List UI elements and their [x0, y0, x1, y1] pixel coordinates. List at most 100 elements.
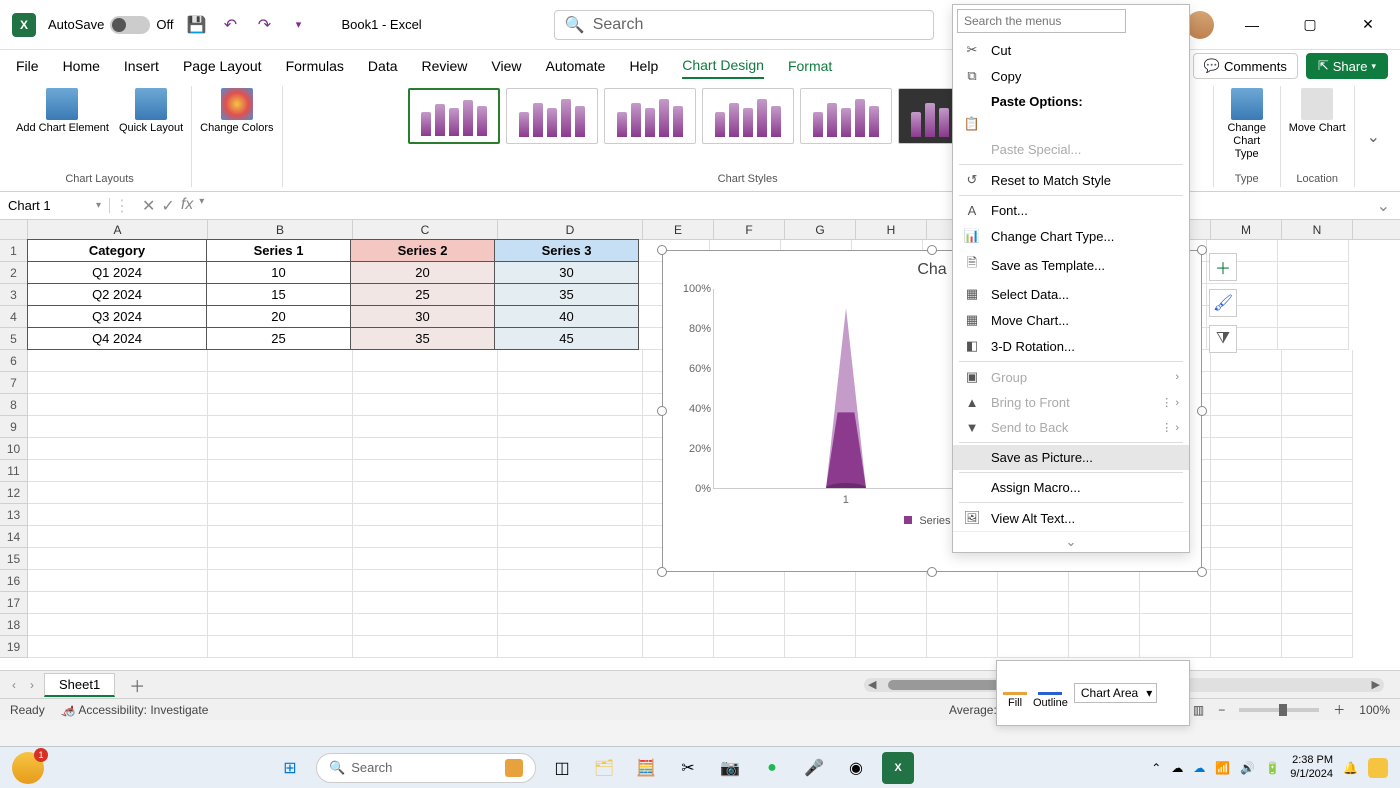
tray-chevron-icon[interactable]: ⌃	[1151, 761, 1161, 775]
cell[interactable]: 30	[494, 261, 639, 284]
cell[interactable]	[353, 592, 498, 614]
start-widget[interactable]: 1	[12, 752, 44, 784]
cell[interactable]	[353, 614, 498, 636]
cell[interactable]	[714, 614, 785, 636]
undo-icon[interactable]: ↶	[219, 14, 241, 36]
autosave-toggle[interactable]: AutoSave Off	[48, 16, 173, 34]
cell[interactable]	[1069, 592, 1140, 614]
cell[interactable]: 45	[494, 327, 639, 350]
maximize-button[interactable]: ▢	[1290, 16, 1330, 33]
cell[interactable]	[28, 482, 208, 504]
cell[interactable]	[1211, 504, 1282, 526]
cell[interactable]	[498, 482, 643, 504]
cell[interactable]	[1140, 570, 1211, 592]
cell[interactable]	[1282, 592, 1353, 614]
user-avatar[interactable]	[1186, 11, 1214, 39]
cell[interactable]	[28, 438, 208, 460]
row-header[interactable]: 18	[0, 614, 28, 636]
tab-formulas[interactable]: Formulas	[286, 54, 344, 78]
cell[interactable]	[1211, 438, 1282, 460]
snip-icon[interactable]: ✂	[672, 752, 704, 784]
qat-dropdown-icon[interactable]: ▾	[287, 14, 309, 36]
cell[interactable]	[28, 350, 208, 372]
cell[interactable]: 25	[206, 327, 351, 350]
cell[interactable]	[353, 438, 498, 460]
ctx-font[interactable]: AFont...	[953, 198, 1189, 223]
ctx-expand-button[interactable]: ⌄	[953, 531, 1189, 552]
cell[interactable]	[856, 592, 927, 614]
cell[interactable]	[643, 592, 714, 614]
tab-page-layout[interactable]: Page Layout	[183, 54, 262, 78]
cell[interactable]: 20	[350, 261, 495, 284]
scroll-left-icon[interactable]: ◀	[864, 678, 880, 691]
tab-insert[interactable]: Insert	[124, 54, 159, 78]
cell[interactable]	[643, 636, 714, 658]
cell[interactable]	[498, 460, 643, 482]
cell[interactable]	[208, 416, 353, 438]
save-icon[interactable]: 💾	[185, 14, 207, 36]
tab-data[interactable]: Data	[368, 54, 398, 78]
cell[interactable]	[927, 592, 998, 614]
row-header[interactable]: 8	[0, 394, 28, 416]
cell[interactable]	[1211, 636, 1282, 658]
cell[interactable]	[998, 636, 1069, 658]
tab-home[interactable]: Home	[63, 54, 100, 78]
onedrive-icon[interactable]: ☁	[1193, 761, 1205, 775]
cell[interactable]	[208, 614, 353, 636]
cell[interactable]	[643, 614, 714, 636]
camera-icon[interactable]: 📷	[714, 752, 746, 784]
cell[interactable]	[1282, 416, 1353, 438]
cell[interactable]	[498, 614, 643, 636]
cell[interactable]	[208, 394, 353, 416]
ctx-reset-style[interactable]: ↺Reset to Match Style	[953, 167, 1189, 193]
cell[interactable]	[208, 504, 353, 526]
cell[interactable]: Series 1	[206, 239, 351, 262]
cell[interactable]	[785, 592, 856, 614]
ctx-cut[interactable]: ✂Cut	[953, 37, 1189, 63]
tab-review[interactable]: Review	[422, 54, 468, 78]
cell[interactable]	[28, 526, 208, 548]
minimize-button[interactable]: —	[1232, 17, 1272, 33]
cell[interactable]	[498, 372, 643, 394]
cell[interactable]	[28, 548, 208, 570]
row-header[interactable]: 11	[0, 460, 28, 482]
change-chart-type-button[interactable]: Change Chart Type	[1222, 88, 1272, 162]
cell[interactable]	[353, 394, 498, 416]
formula-bar-expand[interactable]: ⌄	[1367, 196, 1400, 216]
row-header[interactable]: 12	[0, 482, 28, 504]
col-header-g[interactable]: G	[785, 220, 856, 239]
chart-elements-button[interactable]: ＋	[1209, 253, 1237, 281]
tab-file[interactable]: File	[16, 54, 39, 78]
cell[interactable]	[1278, 240, 1349, 262]
cell[interactable]: Q1 2024	[27, 261, 207, 284]
cell[interactable]	[1282, 526, 1353, 548]
ctx-save-as-picture[interactable]: Save as Picture...	[953, 445, 1189, 470]
cell[interactable]	[208, 372, 353, 394]
ctx-assign-macro[interactable]: Assign Macro...	[953, 475, 1189, 500]
cell[interactable]	[353, 372, 498, 394]
tab-format[interactable]: Format	[788, 54, 832, 78]
tray-app-icon[interactable]	[1368, 758, 1388, 778]
zoom-out-button[interactable]: −	[1218, 703, 1225, 717]
cell[interactable]	[1211, 570, 1282, 592]
cell[interactable]	[208, 482, 353, 504]
chart-filters-button[interactable]: ⧩	[1209, 325, 1237, 353]
zoom-slider[interactable]	[1239, 708, 1319, 712]
cell[interactable]	[998, 614, 1069, 636]
col-header-f[interactable]: F	[714, 220, 785, 239]
cell[interactable]	[498, 526, 643, 548]
cell[interactable]	[353, 548, 498, 570]
cell[interactable]	[1278, 284, 1349, 306]
ctx-move-chart[interactable]: ▦Move Chart...	[953, 307, 1189, 333]
row-header[interactable]: 4	[0, 306, 28, 328]
cell[interactable]	[208, 526, 353, 548]
cell[interactable]	[353, 504, 498, 526]
cell[interactable]	[498, 350, 643, 372]
cell[interactable]	[1211, 482, 1282, 504]
cell[interactable]	[1211, 614, 1282, 636]
cell[interactable]	[353, 482, 498, 504]
cell[interactable]	[353, 570, 498, 592]
close-window-button[interactable]: ✕	[1348, 16, 1388, 33]
cell[interactable]	[353, 416, 498, 438]
cell[interactable]: 30	[350, 305, 495, 328]
